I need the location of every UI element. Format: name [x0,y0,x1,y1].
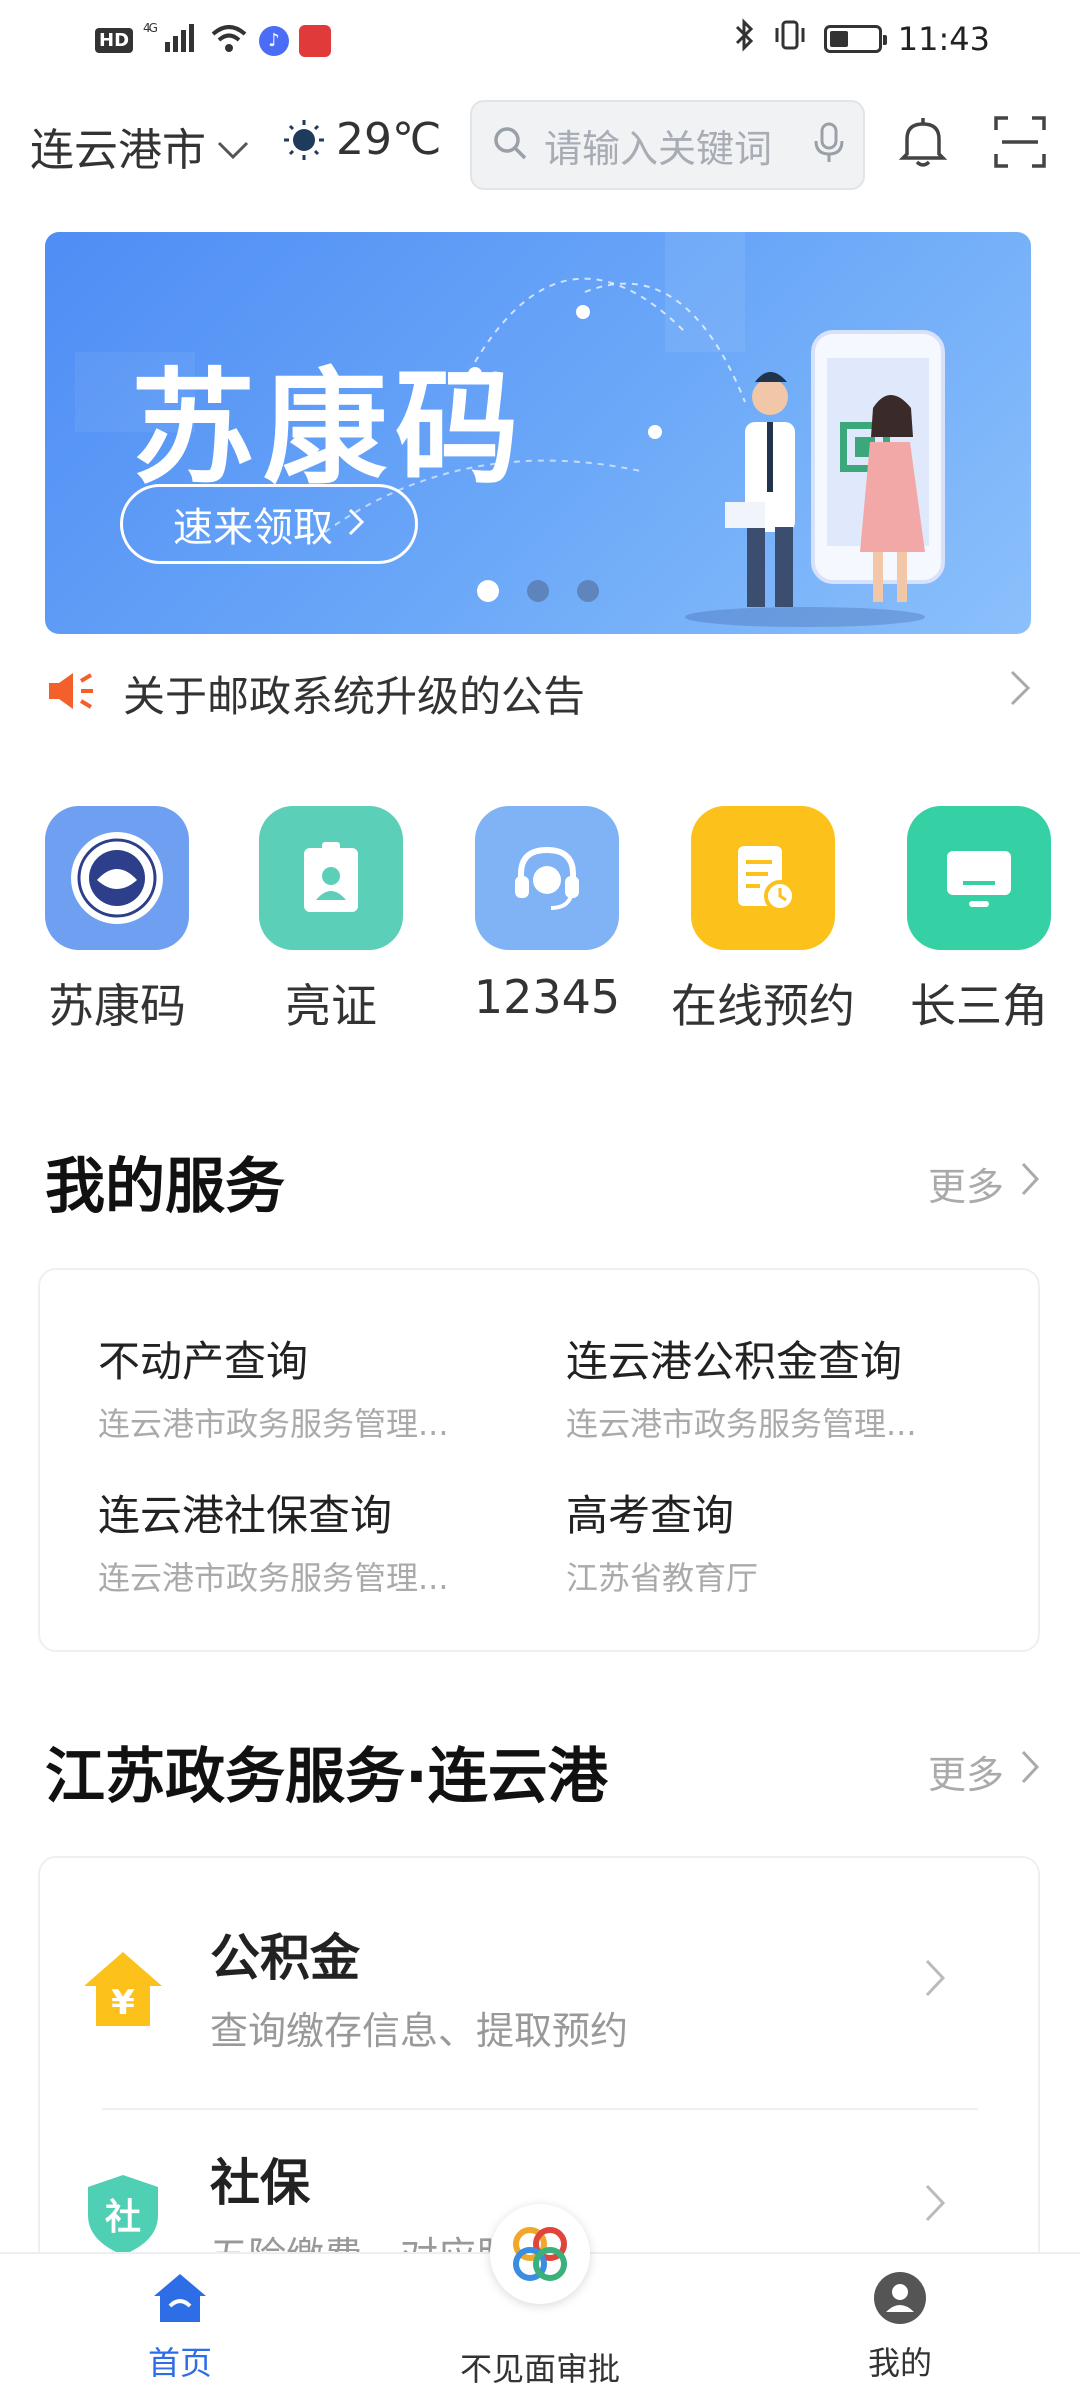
quick-action-yangtze-delta[interactable]: 长三角 [884,806,1074,1036]
chevron-right-icon [347,501,365,547]
more-label: 更多 [927,1165,1004,1209]
nav-label-home: 首页 [147,2344,212,2382]
divider [102,2108,978,2110]
service-item[interactable]: 高考查询 江苏省教育厅 [566,1482,1016,1599]
list-item-title: 公积金 [210,1929,360,1987]
my-services-card: 不动产查询 连云港市政务服务管理... 连云港公积金查询 连云港市政务服务管理.… [38,1268,1040,1652]
my-services-title: 我的服务 [45,1152,285,1222]
monitor-icon [907,806,1051,950]
claim-button-label: 速来领取 [173,505,333,551]
microphone-icon[interactable] [813,121,845,169]
list-item-title: 社保 [210,2154,310,2212]
weather-widget[interactable]: 29℃ [282,114,441,165]
svg-text:社: 社 [105,2197,141,2238]
quick-action-12345[interactable]: 12345 [452,806,642,1024]
house-yuan-icon: ¥ [80,1946,166,2032]
promo-banner[interactable]: 苏康码 速来领取 [45,232,1031,634]
bluetooth-icon [734,18,756,60]
status-bar: HD 4G ♪ 11:43 [0,0,1080,80]
notice-text: 关于邮政系统升级的公告 [123,671,586,721]
sun-icon [282,118,326,162]
city-selector[interactable]: 连云港市 [30,114,250,178]
reader-app-icon [299,24,332,57]
carousel-dot[interactable] [527,580,549,602]
status-right-icons: 11:43 [734,18,990,60]
music-app-icon: ♪ [259,25,290,56]
service-org: 连云港市政务服务管理... [98,1559,449,1597]
service-name: 连云港社保查询 [98,1491,393,1540]
service-org: 江苏省教育厅 [566,1559,759,1597]
chevron-down-icon [216,121,250,172]
signal-icon: 4G [143,20,199,61]
svg-text:4G: 4G [143,21,158,35]
search-icon [490,123,530,167]
list-item-desc: 查询缴存信息、提取预约 [210,2009,629,2053]
temperature: 29℃ [336,114,442,165]
notification-bell-icon[interactable] [893,112,953,172]
service-name: 连云港公积金查询 [566,1337,903,1386]
scan-icon[interactable] [990,112,1050,172]
hd-indicator: HD [95,28,134,53]
headset-icon [475,806,619,950]
id-badge-icon [259,806,403,950]
more-label: 更多 [927,1753,1004,1797]
quick-action-label: 在线预约 [671,979,855,1033]
approval-logo-icon[interactable] [490,2204,590,2304]
status-left-icons: HD 4G ♪ [95,20,332,61]
emblem-icon [45,806,189,950]
speaker-icon [45,669,97,717]
search-input[interactable]: 请输入关键词 [544,118,799,173]
bottom-nav: 首页 不见面审批 我的 [0,2204,1080,2400]
quick-action-online-booking[interactable]: 在线预约 [668,806,858,1036]
carousel-dot[interactable] [577,580,599,602]
service-org: 连云港市政务服务管理... [98,1405,449,1443]
notice-bar[interactable]: 关于邮政系统升级的公告 [45,660,1031,726]
chevron-right-icon [1020,1161,1040,1206]
quick-action-label: 长三角 [910,979,1048,1033]
city-name: 连云港市 [30,125,206,176]
profile-icon [800,2270,1000,2330]
quick-actions: 苏康码 亮证 12345 在线预约 长三角 [0,806,1080,1036]
chevron-right-icon [924,1958,946,2009]
jiangsu-more-button[interactable]: 更多 [928,1744,1040,1799]
service-name: 不动产查询 [98,1337,309,1386]
shield-icon: 社 [80,2171,166,2257]
quick-action-label: 12345 [473,970,621,1024]
vibrate-icon [772,18,808,60]
carousel-indicator[interactable] [477,580,599,602]
chevron-right-icon [924,2183,946,2234]
clock: 11:43 [897,20,990,58]
nav-tab-mine[interactable]: 我的 [800,2270,1000,2384]
battery-icon [823,25,887,53]
quick-action-label: 亮证 [285,979,377,1033]
battery-level [829,31,849,47]
chevron-right-icon [1009,669,1031,717]
quick-action-label: 苏康码 [48,979,186,1033]
service-item[interactable]: 连云港公积金查询 连云港市政务服务管理... [566,1328,1016,1445]
svg-text:¥: ¥ [111,1983,135,2023]
list-item-housing-fund[interactable]: ¥ 公积金 查询缴存信息、提取预约 [40,1888,956,2088]
service-item[interactable]: 不动产查询 连云港市政务服务管理... [98,1328,548,1445]
quick-action-liangzheng[interactable]: 亮证 [236,806,426,1036]
nav-label-mine: 我的 [867,2344,932,2382]
service-org: 连云港市政务服务管理... [566,1405,917,1443]
nav-tab-home[interactable]: 首页 [80,2270,280,2384]
calendar-doc-icon [691,806,835,950]
nav-label-approval: 不见面审批 [459,2350,620,2388]
chevron-right-icon [1020,1749,1040,1794]
top-bar: 连云港市 29℃ 请输入关键词 [0,96,1080,192]
carousel-dot[interactable] [477,580,499,602]
search-box[interactable]: 请输入关键词 [470,100,865,190]
my-services-more-button[interactable]: 更多 [928,1156,1040,1211]
quick-action-sukangma[interactable]: 苏康码 [22,806,212,1036]
service-name: 高考查询 [566,1491,735,1540]
banner-title: 苏康码 [131,357,528,501]
jiangsu-services-title: 江苏政务服务·连云港 [45,1742,608,1812]
nav-tab-approval[interactable]: 不见面审批 [440,2336,640,2390]
home-icon [80,2270,280,2330]
claim-button[interactable]: 速来领取 [120,484,418,564]
wifi-icon [209,22,249,60]
service-item[interactable]: 连云港社保查询 连云港市政务服务管理... [98,1482,548,1599]
